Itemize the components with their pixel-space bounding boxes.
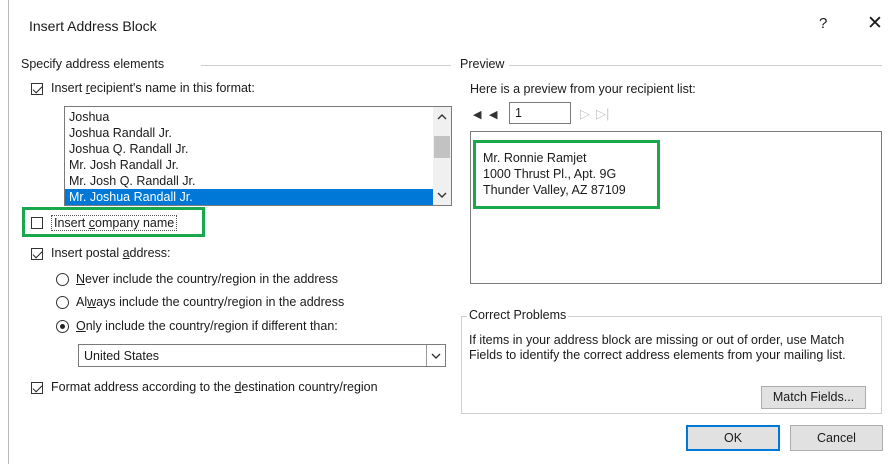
ok-button[interactable]: OK — [686, 425, 780, 451]
country-value: United States — [84, 349, 160, 363]
chevron-down-icon — [431, 353, 441, 359]
format-destination-checkbox[interactable] — [31, 382, 43, 394]
format-destination-label: Format address according to the destinat… — [51, 380, 378, 394]
insert-name-checkbox[interactable] — [31, 83, 43, 95]
section-divider — [509, 65, 882, 66]
insert-company-checkbox[interactable] — [31, 217, 43, 229]
insert-postal-label: Insert postal address: — [51, 246, 171, 260]
name-format-listbox[interactable]: Joshua Joshua Randall Jr. Joshua Q. Rand… — [64, 106, 452, 206]
list-item[interactable]: Mr. Josh Randall Jr. — [65, 157, 433, 173]
correct-problems-text: If items in your address block are missi… — [469, 333, 846, 362]
section-divider — [201, 65, 451, 66]
radio-always-label: Always include the country/region in the… — [76, 295, 345, 309]
radio-always[interactable] — [56, 296, 69, 309]
insert-postal-checkbox[interactable] — [31, 248, 43, 260]
previous-record-icon[interactable]: ◀ — [489, 108, 497, 121]
close-icon[interactable]: ✕ — [867, 12, 883, 35]
help-button[interactable]: ? — [819, 15, 827, 32]
correct-problems-label: Correct Problems — [467, 308, 569, 322]
list-item[interactable]: Joshua — [65, 109, 433, 125]
chevron-up-icon[interactable] — [437, 113, 447, 121]
record-number-input[interactable]: 1 — [509, 102, 571, 124]
radio-only[interactable] — [56, 320, 69, 333]
radio-never-label: Never include the country/region in the … — [76, 272, 338, 286]
address-line: Thunder Valley, AZ 87109 — [483, 183, 626, 197]
match-fields-button[interactable]: Match Fields... — [761, 386, 866, 409]
list-item[interactable]: Mr. Josh Q. Randall Jr. — [65, 173, 433, 189]
cancel-button[interactable]: Cancel — [790, 425, 883, 451]
specify-elements-label: Specify address elements — [21, 57, 165, 71]
radio-only-label: Only include the country/region if diffe… — [76, 319, 338, 333]
radio-never[interactable] — [56, 273, 69, 286]
preview-caption: Here is a preview from your recipient li… — [470, 82, 696, 96]
dialog-title: Insert Address Block — [29, 18, 157, 34]
record-number-value: 1 — [515, 106, 522, 120]
list-item[interactable]: Joshua Q. Randall Jr. — [65, 141, 433, 157]
insert-address-block-dialog: Insert Address Block ? ✕ Specify address… — [8, 0, 890, 464]
last-record-icon[interactable]: ▷| — [596, 106, 609, 122]
listbox-scrollbar[interactable] — [433, 107, 451, 205]
preview-label: Preview — [460, 57, 505, 71]
dropdown-button[interactable] — [426, 345, 445, 366]
insert-name-label: Insert recipient's name in this format: — [51, 81, 255, 95]
list-item[interactable]: Joshua Randall Jr. — [65, 125, 433, 141]
country-dropdown[interactable]: United States — [78, 344, 446, 367]
next-record-icon[interactable]: ▷ — [580, 106, 590, 122]
address-block: Mr. Ronnie Ramjet 1000 Thrust Pl., Apt. … — [483, 150, 626, 198]
first-record-icon[interactable]: ◀ — [473, 108, 481, 121]
address-line: 1000 Thrust Pl., Apt. 9G — [483, 167, 617, 181]
insert-company-label: Insert company name — [51, 215, 178, 231]
address-preview-pane: Mr. Ronnie Ramjet 1000 Thrust Pl., Apt. … — [470, 131, 882, 284]
address-line: Mr. Ronnie Ramjet — [483, 151, 587, 165]
scroll-thumb[interactable] — [434, 136, 450, 158]
list-item-selected[interactable]: Mr. Joshua Randall Jr. — [65, 189, 433, 205]
chevron-down-icon[interactable] — [437, 191, 447, 199]
